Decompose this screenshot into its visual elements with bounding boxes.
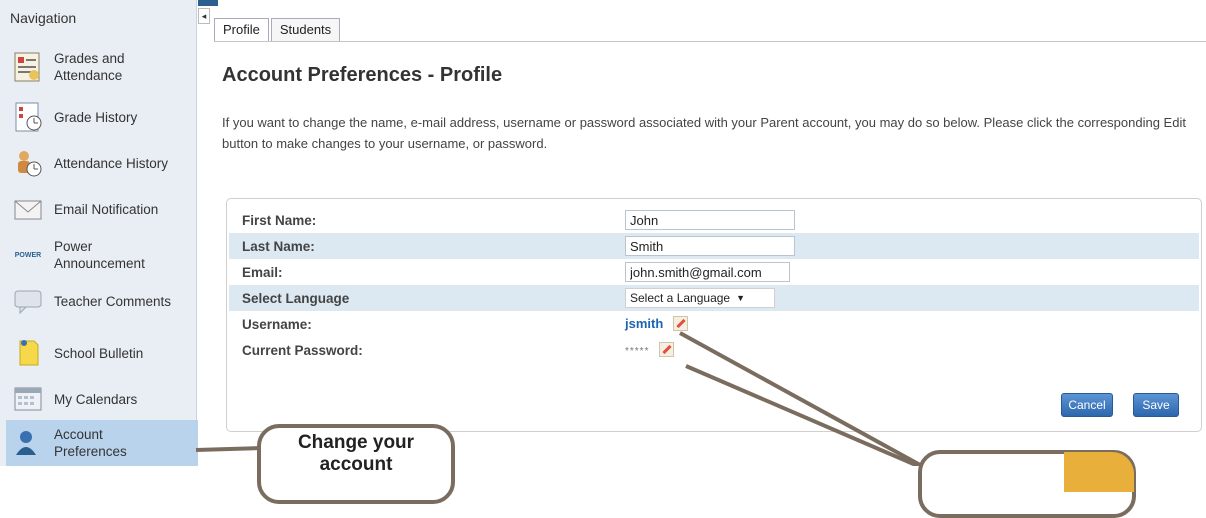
- callout-change-account: Change your account: [257, 424, 455, 504]
- callout-accent: [1064, 452, 1134, 492]
- callout-lines: [195, 331, 923, 466]
